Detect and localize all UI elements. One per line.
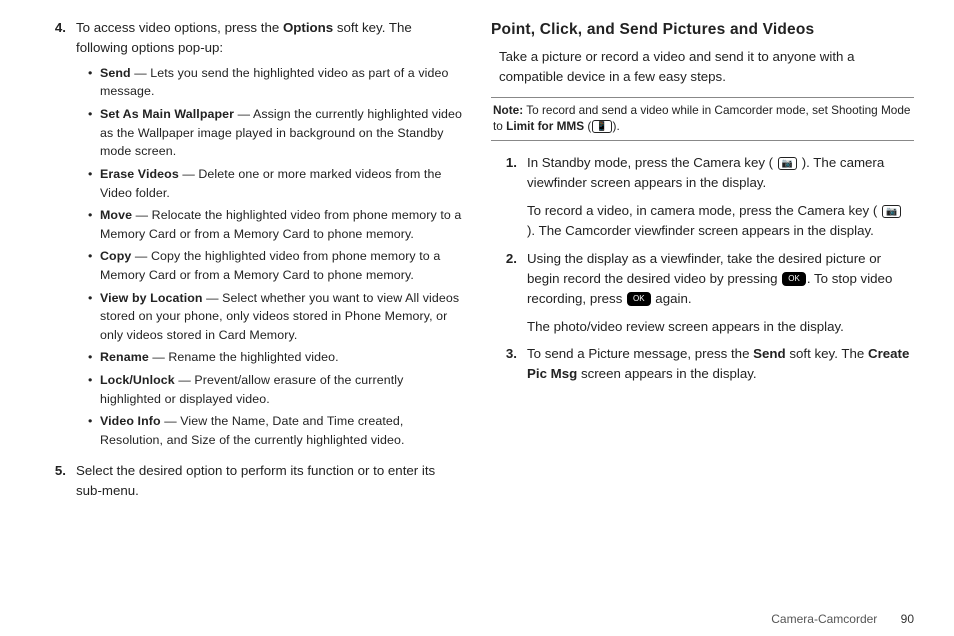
option-name: Set As Main Wallpaper xyxy=(100,107,234,121)
step-number: 2. xyxy=(491,249,527,337)
bullet-dot: • xyxy=(88,371,100,408)
step-number: 3. xyxy=(491,344,527,384)
list-item: •Send — Lets you send the highlighted vi… xyxy=(88,64,463,101)
list-item: •Lock/Unlock — Prevent/allow erasure of … xyxy=(88,371,463,408)
bullet-dot: • xyxy=(88,348,100,367)
text: In Standby mode, press the Camera key ( xyxy=(527,155,773,170)
list-item: •Copy — Copy the highlighted video from … xyxy=(88,247,463,284)
list-item: •Set As Main Wallpaper — Assign the curr… xyxy=(88,105,463,161)
option-name: Rename xyxy=(100,350,149,364)
bullet-dot: • xyxy=(88,64,100,101)
footer-section: Camera-Camcorder xyxy=(771,612,877,626)
ok-key-icon: OK xyxy=(627,292,651,306)
text: screen appears in the display. xyxy=(577,366,756,381)
list-item: •View by Location — Select whether you w… xyxy=(88,289,463,345)
text: To record a video, in camera mode, press… xyxy=(527,203,877,218)
list-item: •Erase Videos — Delete one or more marke… xyxy=(88,165,463,202)
bullet-dot: • xyxy=(88,412,100,449)
bullet-dot: • xyxy=(88,206,100,243)
camera-key-icon xyxy=(778,157,797,170)
step-number: 1. xyxy=(491,153,527,241)
section-heading: Point, Click, and Send Pictures and Vide… xyxy=(491,18,914,41)
step-number: 5. xyxy=(40,461,76,501)
send-label: Send xyxy=(753,346,786,361)
note-bold: Limit for MMS xyxy=(506,119,584,133)
ok-key-icon: OK xyxy=(782,272,806,286)
step-1: 1. In Standby mode, press the Camera key… xyxy=(491,153,914,241)
text: ). The Camcorder viewfinder screen appea… xyxy=(527,223,874,238)
option-name: Erase Videos xyxy=(100,167,179,181)
text: To send a Picture message, press the xyxy=(527,346,753,361)
text: The photo/video review screen appears in… xyxy=(527,317,914,337)
option-name: Lock/Unlock xyxy=(100,373,175,387)
list-item: •Video Info — View the Name, Date and Ti… xyxy=(88,412,463,449)
option-desc: — Rename the highlighted video. xyxy=(149,350,339,364)
camera-key-icon xyxy=(882,205,901,218)
step-number: 4. xyxy=(40,18,76,453)
bullet-dot: • xyxy=(88,289,100,345)
options-label: Options xyxy=(283,20,333,35)
bullet-dot: • xyxy=(88,247,100,284)
two-column-layout: 4. To access video options, press the Op… xyxy=(40,18,914,604)
step-body: To send a Picture message, press the Sen… xyxy=(527,344,914,384)
text: again. xyxy=(652,291,692,306)
right-column: Point, Click, and Send Pictures and Vide… xyxy=(491,18,914,604)
option-desc: — Lets you send the highlighted video as… xyxy=(100,66,448,99)
step-3: 3. To send a Picture message, press the … xyxy=(491,344,914,384)
option-name: Video Info xyxy=(100,414,161,428)
bullet-dot: • xyxy=(88,105,100,161)
note-text: ( xyxy=(584,119,591,133)
options-bullet-list: •Send — Lets you send the highlighted vi… xyxy=(76,64,463,450)
list-item: •Move — Relocate the highlighted video f… xyxy=(88,206,463,243)
step-5: 5. Select the desired option to perform … xyxy=(40,461,463,501)
text: soft key. The xyxy=(786,346,868,361)
step-2: 2. Using the display as a viewfinder, ta… xyxy=(491,249,914,337)
note-label: Note: xyxy=(493,103,523,117)
page-footer: Camera-Camcorder 90 xyxy=(40,604,914,626)
option-name: Move xyxy=(100,208,132,222)
page-number: 90 xyxy=(901,612,914,626)
list-item: •Rename — Rename the highlighted video. xyxy=(88,348,463,367)
option-name: View by Location xyxy=(100,291,203,305)
note-box: Note: To record and send a video while i… xyxy=(491,97,914,141)
option-desc: — Copy the highlighted video from phone … xyxy=(100,249,440,282)
section-intro: Take a picture or record a video and sen… xyxy=(499,47,914,87)
mms-icon xyxy=(592,120,611,133)
step-body: Select the desired option to perform its… xyxy=(76,461,463,501)
note-text: ). xyxy=(613,119,620,133)
step-4: 4. To access video options, press the Op… xyxy=(40,18,463,453)
bullet-dot: • xyxy=(88,165,100,202)
option-name: Send xyxy=(100,66,131,80)
text: To access video options, press the xyxy=(76,20,283,35)
option-name: Copy xyxy=(100,249,131,263)
manual-page: 4. To access video options, press the Op… xyxy=(0,0,954,636)
step-body: To access video options, press the Optio… xyxy=(76,18,463,453)
step-body: In Standby mode, press the Camera key ( … xyxy=(527,153,914,241)
option-desc: — Relocate the highlighted video from ph… xyxy=(100,208,461,241)
step-body: Using the display as a viewfinder, take … xyxy=(527,249,914,337)
left-column: 4. To access video options, press the Op… xyxy=(40,18,463,604)
